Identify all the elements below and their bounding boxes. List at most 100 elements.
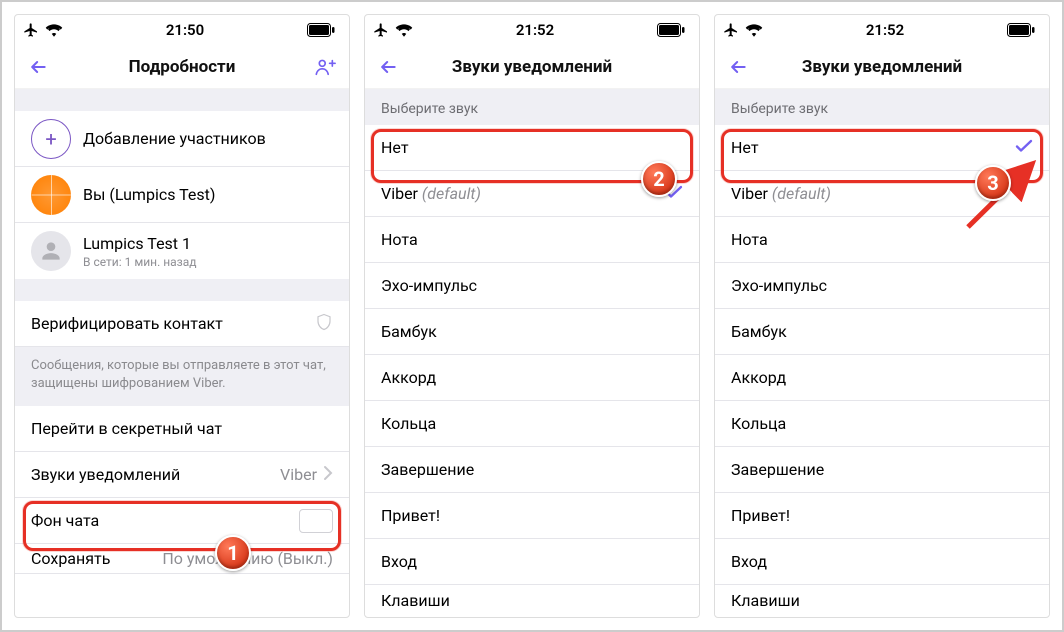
sound-label: Привет! [731,506,1033,525]
verify-label: Верифицировать контакт [31,314,315,333]
sound-label: Аккорд [381,368,683,387]
background-thumbnail [299,509,333,533]
secret-chat-label: Перейти в секретный чат [31,419,333,438]
section-header-choose: Выберите звук [715,89,1049,125]
page-title: Звуки уведомлений [452,57,612,77]
status-bar: 21:50 [15,15,349,45]
sound-label: Бамбук [731,322,1033,341]
avatar [31,175,71,215]
chat-background-label: Фон чата [31,511,299,530]
callout-badge-3: 3 [975,165,1011,201]
participant-you-row[interactable]: Вы (Lumpics Test) [15,167,349,223]
wifi-icon [745,23,763,37]
page-title: Звуки уведомлений [802,57,962,77]
add-person-icon[interactable] [309,56,337,78]
participant-name: Lumpics Test 1 [83,234,333,253]
sound-label: Viber (default) [381,184,665,203]
battery-icon [1007,23,1035,37]
sound-option-echo[interactable]: Эхо-импульс [715,263,1049,309]
section-header-choose: Выберите звук [365,89,699,125]
participant-row[interactable]: Lumpics Test 1 В сети: 1 мин. назад [15,223,349,279]
sound-option-circles[interactable]: Кольца [715,401,1049,447]
sound-label: Нет [381,138,683,157]
sound-option-chord[interactable]: Аккорд [715,355,1049,401]
sound-label: Клавиши [381,591,683,610]
participants-list: + Добавление участников Вы (Lumpics Test… [15,111,349,279]
sound-label: Нет [731,138,1015,157]
status-time: 21:52 [866,21,904,39]
battery-icon [657,23,685,37]
sound-option-circles[interactable]: Кольца [365,401,699,447]
nav-header: Звуки уведомлений [365,45,699,89]
sound-option-hello[interactable]: Привет! [365,493,699,539]
shield-icon [315,312,333,336]
sound-label: Завершение [381,460,683,479]
check-icon [1015,138,1033,157]
wifi-icon [395,23,413,37]
spacer [15,279,349,301]
screen-sounds-after: 21:52 Звуки уведомлений Выберите звук Не… [714,14,1050,618]
screen-details: 21:50 Подробности + Добавление участнико… [14,14,350,618]
callout-badge-1: 1 [215,535,251,571]
notification-sounds-row[interactable]: Звуки уведомлений Viber [15,452,349,498]
sound-option-bamboo[interactable]: Бамбук [365,309,699,355]
verify-contact-row[interactable]: Верифицировать контакт [15,301,349,347]
sound-label: Клавиши [731,591,1033,610]
back-button[interactable] [727,57,755,77]
sound-label: Бамбук [381,322,683,341]
status-bar: 21:52 [365,15,699,45]
wifi-icon [45,23,63,37]
sound-option-echo[interactable]: Эхо-импульс [365,263,699,309]
sound-label: Эхо-импульс [381,276,683,295]
sound-option-hello[interactable]: Привет! [715,493,1049,539]
sound-option-keys[interactable]: Клавиши [365,585,699,615]
sound-option-nota[interactable]: Нота [715,217,1049,263]
chevron-right-icon [323,465,333,485]
sound-label: Вход [731,552,1033,571]
sound-label: Вход [381,552,683,571]
sound-option-chord[interactable]: Аккорд [365,355,699,401]
encryption-note: Сообщения, которые вы отправляете в этот… [15,347,349,406]
sound-label: Завершение [731,460,1033,479]
chat-background-row[interactable]: Фон чата [15,498,349,544]
nav-header: Подробности [15,45,349,89]
status-time: 21:52 [516,21,554,39]
secret-chat-row[interactable]: Перейти в секретный чат [15,406,349,452]
airplane-mode-icon [723,22,739,38]
back-button[interactable] [377,57,405,77]
sound-label: Кольца [731,414,1033,433]
status-bar: 21:52 [715,15,1049,45]
status-time: 21:50 [166,21,204,39]
sound-option-keys[interactable]: Клавиши [715,585,1049,615]
battery-icon [307,23,335,37]
sound-options-list: Нет Viber (default) Нота Эхо-импульс Бам… [365,125,699,615]
avatar [31,231,71,271]
sound-option-input[interactable]: Вход [715,539,1049,585]
add-participants-label: Добавление участников [83,129,333,148]
save-media-row[interactable]: Сохранять По умолчанию (Выкл.) [15,544,349,574]
sound-option-nota[interactable]: Нота [365,217,699,263]
callout-badge-2: 2 [641,161,677,197]
sound-label: Привет! [381,506,683,525]
sound-label: Аккорд [731,368,1033,387]
page-title: Подробности [129,57,236,77]
add-participants-row[interactable]: + Добавление участников [15,111,349,167]
screen-sounds-before: 21:52 Звуки уведомлений Выберите звук Не… [364,14,700,618]
back-button[interactable] [27,57,55,77]
participant-status: В сети: 1 мин. назад [83,255,333,269]
sound-option-input[interactable]: Вход [365,539,699,585]
airplane-mode-icon [373,22,389,38]
sound-label: Нота [381,230,683,249]
sound-label: Нота [731,230,1033,249]
notification-sounds-value: Viber [280,465,317,484]
sound-label: Эхо-импульс [731,276,1033,295]
plus-icon: + [31,119,71,159]
sound-option-none[interactable]: Нет [715,125,1049,171]
participant-you-label: Вы (Lumpics Test) [83,185,333,204]
sound-option-bamboo[interactable]: Бамбук [715,309,1049,355]
save-label: Сохранять [31,549,162,568]
spacer [15,89,349,111]
sound-option-complete[interactable]: Завершение [715,447,1049,493]
sound-option-complete[interactable]: Завершение [365,447,699,493]
nav-header: Звуки уведомлений [715,45,1049,89]
